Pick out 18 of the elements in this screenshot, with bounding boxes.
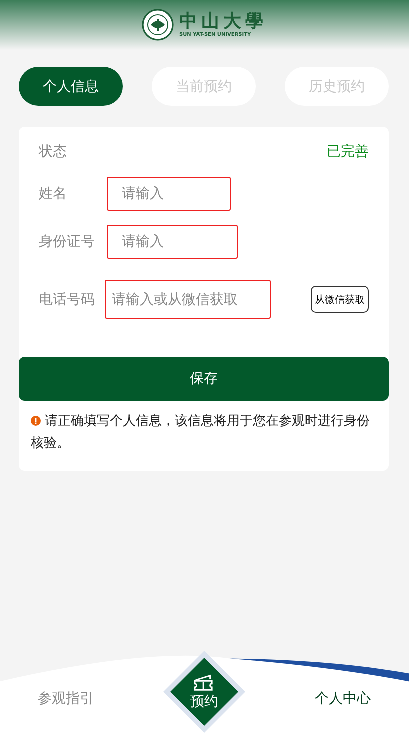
notice-text: 请正确填写个人信息，该信息将用于您在参观时进行身份核验。: [31, 413, 372, 453]
input-field[interactable]: 请输入: [107, 225, 238, 259]
warning-icon: [31, 416, 41, 426]
input-field[interactable]: 请输入或从微信获取: [105, 280, 271, 319]
status-value: 已完善: [327, 143, 369, 161]
emblem-icon: [142, 9, 174, 41]
field-label: 姓名: [39, 185, 68, 203]
wechat-fetch-button[interactable]: 从微信获取: [311, 286, 369, 313]
tab[interactable]: 个人信息: [19, 67, 123, 106]
field-label: 身份证号: [39, 233, 96, 251]
logo-title: 中山大學: [180, 12, 268, 32]
input-field[interactable]: 请输入: [107, 177, 231, 211]
nav-item[interactable]: 参观指引: [32, 689, 100, 709]
ticket-icon: [193, 674, 216, 692]
save-button[interactable]: 保存: [19, 357, 389, 401]
status-label: 状态: [39, 143, 68, 161]
nav-item[interactable]: 个人中心: [309, 689, 378, 709]
field-label: 电话号码: [39, 290, 96, 308]
